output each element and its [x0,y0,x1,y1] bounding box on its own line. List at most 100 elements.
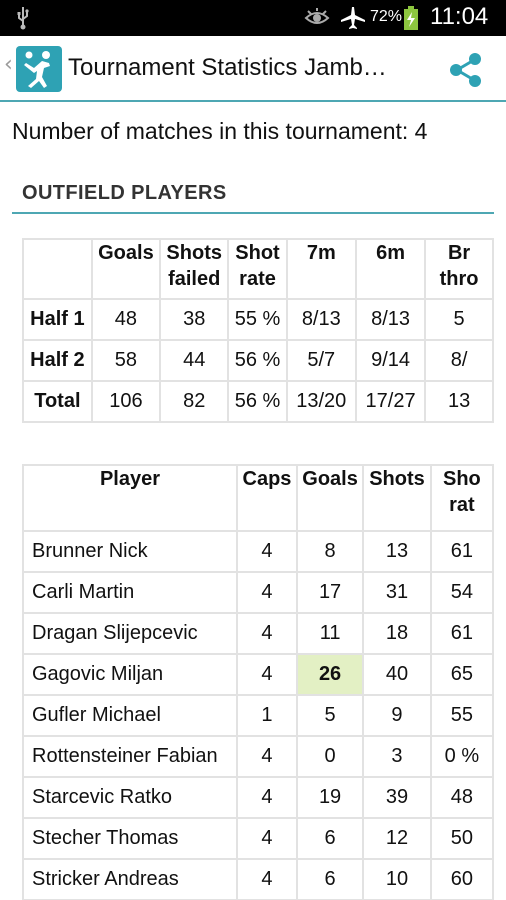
status-bar: 72% 11:04 [0,0,506,36]
row-label: Half 2 [22,339,93,382]
halves-table: Goals Shots failed Shot rate 7m 6m Br th… [22,238,494,423]
table-cell: 0 % [429,735,494,778]
table-header-cell: Shots failed [159,238,230,300]
table-cell: 48 [90,298,162,341]
table-cell: 60 [429,858,494,900]
table-cell: 4 [235,530,298,573]
player-name: Rottensteiner Fabian [22,735,238,778]
table-cell: 0 [295,735,365,778]
content-area[interactable]: Number of matches in this tournament: 4 … [0,102,506,900]
table-cell: 9 [362,694,432,737]
table-cell: 6 [295,817,365,860]
player-name: Carli Martin [22,571,238,614]
table-cell: 61 [429,612,494,655]
table-cell: 31 [362,571,432,614]
table-header-row: Player Caps Goals Shots Sho rat [22,464,494,532]
matches-count-text: Number of matches in this tournament: 4 [12,118,428,144]
table-cell: 56 % [227,380,288,423]
table-header-cell: 6m [354,238,427,300]
players-table: Player Caps Goals Shots Sho rat Brunner … [22,464,494,900]
table-cell: 54 [429,571,494,614]
table-cell: 4 [235,776,298,819]
table-cell: 50 [429,817,494,860]
battery-percent: 72% [370,8,403,25]
page-title: Tournament Statistics Jamb… [68,54,387,81]
table-header-cell: Shot rate [227,238,288,300]
table-cell: 55 [429,694,494,737]
table-cell: 82 [159,380,230,423]
airplane-mode-icon [341,7,365,29]
table-cell: 48 [429,776,494,819]
table-header-cell: 7m [285,238,357,300]
table-header-cell: Caps [235,464,298,532]
up-caret-icon[interactable]: ‹ [4,52,13,77]
table-cell: 65 [429,653,494,696]
table-header-cell: Br thro [424,238,494,300]
table-cell: 8 [295,530,365,573]
top-scorer-cell: 26 [295,653,365,696]
table-cell: 5 [295,694,365,737]
table-cell: 8/13 [354,298,427,341]
player-name: Dragan Slijepcevic [22,612,238,655]
share-icon[interactable] [446,50,486,90]
table-cell: 4 [235,735,298,778]
table-row[interactable]: Gufler Michael 1 5 9 55 [22,694,494,737]
table-cell: 13 [424,380,494,423]
table-cell: 58 [90,339,162,382]
table-cell: 17 [295,571,365,614]
table-row: Total 106 82 56 % 13/20 17/27 13 [22,380,494,423]
table-header-row: Goals Shots failed Shot rate 7m 6m Br th… [22,238,494,300]
table-cell: 4 [235,612,298,655]
table-row[interactable]: Rottensteiner Fabian 4 0 3 0 % [22,735,494,778]
table-row[interactable]: Dragan Slijepcevic 4 11 18 61 [22,612,494,655]
row-label: Total [22,380,93,423]
table-cell: 1 [235,694,298,737]
table-cell: 4 [235,571,298,614]
table-cell: 17/27 [354,380,427,423]
table-row[interactable]: Stecher Thomas 4 6 12 50 [22,817,494,860]
table-cell: 8/13 [285,298,357,341]
table-header-cell: Shots [362,464,432,532]
table-cell: 11 [295,612,365,655]
table-row[interactable]: Stricker Andreas 4 6 10 60 [22,858,494,900]
app-icon[interactable] [16,46,62,92]
table-row[interactable]: Brunner Nick 4 8 13 61 [22,530,494,573]
action-bar: ‹ Tournament Statistics Jamb… [0,36,506,102]
table-cell: 18 [362,612,432,655]
table-cell: 39 [362,776,432,819]
table-cell: 5/7 [285,339,357,382]
table-cell: 40 [362,653,432,696]
table-row[interactable]: Carli Martin 4 17 31 54 [22,571,494,614]
section-divider [12,212,494,214]
clock: 11:04 [430,3,489,30]
table-cell: 13 [362,530,432,573]
table-cell: 106 [90,380,162,423]
table-cell: 44 [159,339,230,382]
player-name: Stecher Thomas [22,817,238,860]
table-cell: 4 [235,858,298,900]
table-cell: 12 [362,817,432,860]
row-label: Half 1 [22,298,93,341]
table-header-cell: Goals [295,464,365,532]
player-name: Stricker Andreas [22,858,238,900]
table-cell: 4 [235,817,298,860]
table-header-cell: Goals [90,238,162,300]
table-cell: 8/ [424,339,494,382]
player-name: Starcevic Ratko [22,776,238,819]
table-cell: 55 % [227,298,288,341]
eye-icon [304,8,330,24]
battery-charging-icon [404,6,418,30]
table-row[interactable]: Starcevic Ratko 4 19 39 48 [22,776,494,819]
table-cell: 61 [429,530,494,573]
section-title: OUTFIELD PLAYERS [22,182,227,204]
player-name: Gagovic Miljan [22,653,238,696]
player-name: Gufler Michael [22,694,238,737]
table-cell: 13/20 [285,380,357,423]
handball-player-icon [24,51,50,88]
table-cell: 19 [295,776,365,819]
table-cell: 38 [159,298,230,341]
table-cell: 9/14 [354,339,427,382]
table-row[interactable]: Gagovic Miljan 4 26 40 65 [22,653,494,696]
table-cell: 5 [424,298,494,341]
table-cell: 56 % [227,339,288,382]
